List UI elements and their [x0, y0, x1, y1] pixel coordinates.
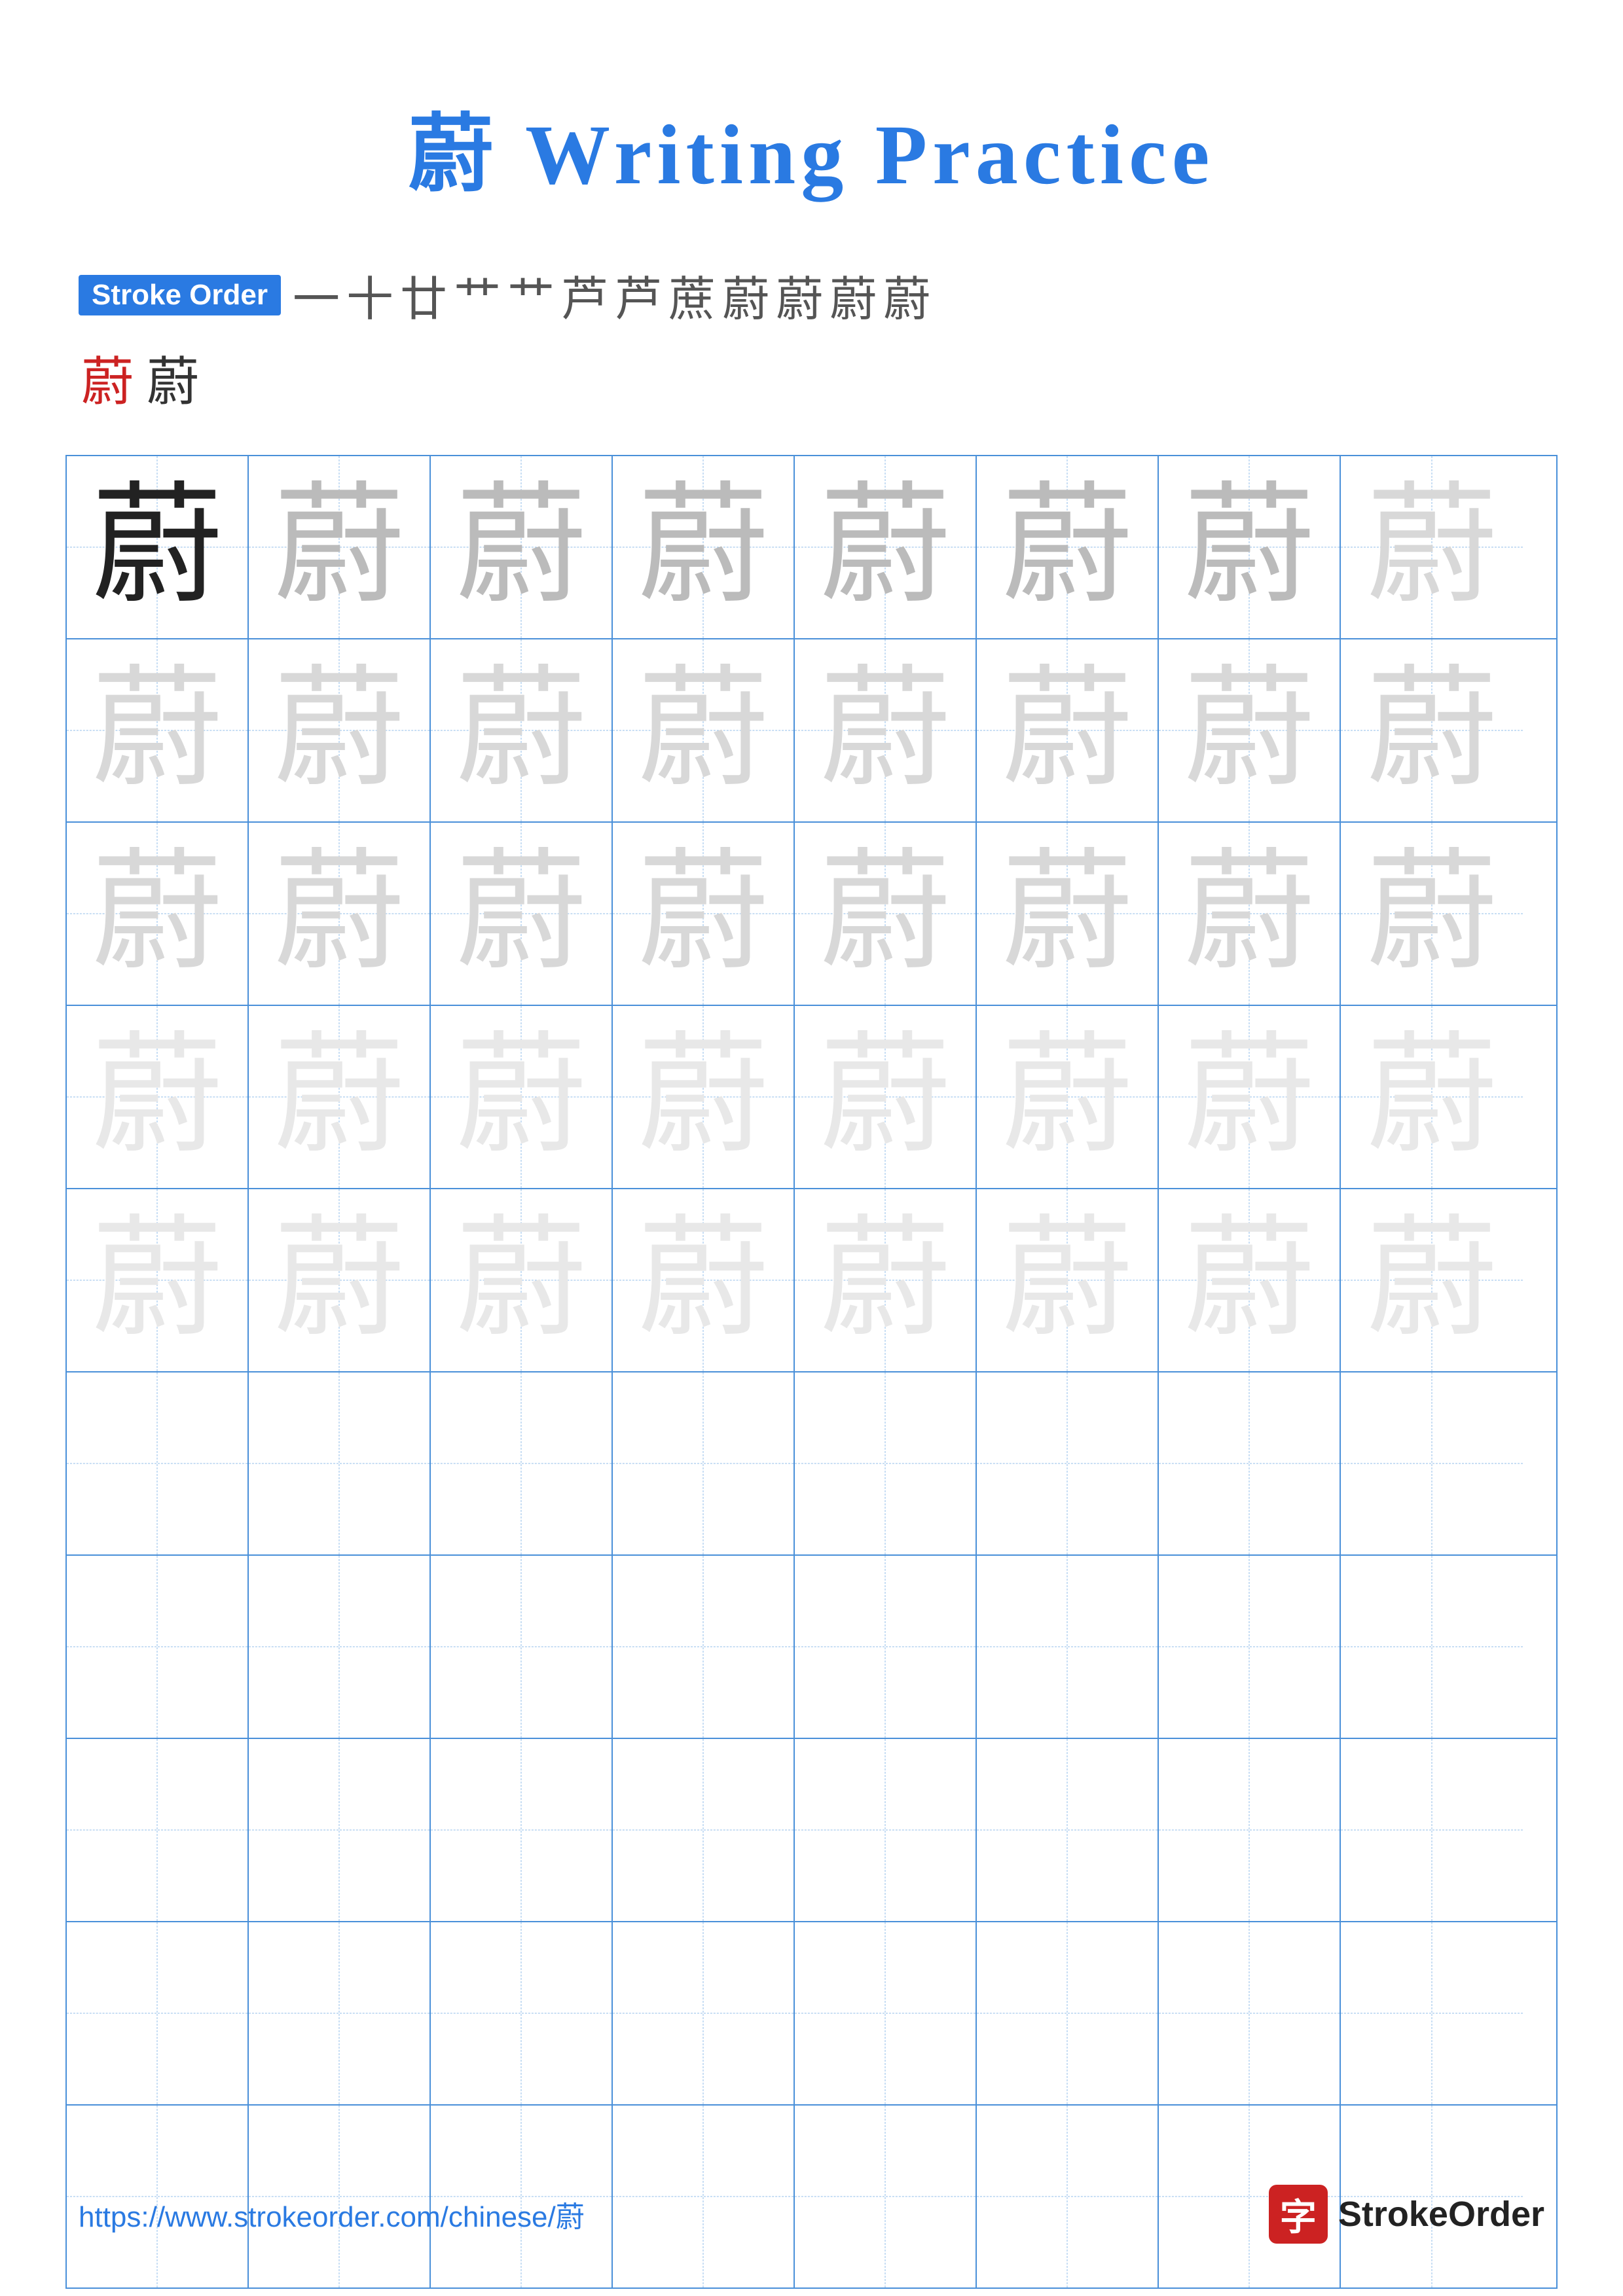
grid-cell[interactable]: 蔚 — [613, 456, 795, 638]
page-title: 蔚 Writing Practice — [0, 0, 1623, 208]
grid-row-empty — [67, 1372, 1556, 1556]
grid-cell[interactable]: 蔚 — [1159, 1006, 1341, 1188]
grid-cell[interactable]: 蔚 — [613, 823, 795, 1005]
grid-cell[interactable]: 蔚 — [249, 1006, 431, 1188]
grid-cell[interactable]: 蔚 — [67, 1006, 249, 1188]
footer-brand: 字 StrokeOrder — [1269, 2185, 1544, 2244]
grid-cell-empty[interactable] — [431, 1556, 613, 1738]
grid-cell[interactable]: 蔚 — [67, 639, 249, 821]
grid-cell[interactable]: 蔚 — [977, 456, 1159, 638]
grid-cell-empty[interactable] — [977, 1739, 1159, 1921]
grid-cell[interactable]: 蔚 — [795, 1189, 977, 1371]
grid-cell-empty[interactable] — [613, 1739, 795, 1921]
grid-cell[interactable]: 蔚 — [249, 639, 431, 821]
stroke-order-section: Stroke Order 一 十 廿 艹 艹 芦 芦 蔗 蔚 蔚 蔚 蔚 蔚 蔚 — [0, 260, 1623, 416]
grid-cell-empty[interactable] — [67, 1372, 249, 1554]
grid-cell-empty[interactable] — [249, 1556, 431, 1738]
stroke-order-badge: Stroke Order — [79, 275, 281, 315]
grid-cell-empty[interactable] — [613, 1922, 795, 2104]
grid-cell[interactable]: 蔚 — [613, 639, 795, 821]
grid-cell[interactable]: 蔚 — [431, 1006, 613, 1188]
footer: https://www.strokeorder.com/chinese/蔚 字 … — [0, 2185, 1623, 2244]
grid-cell-empty[interactable] — [431, 1372, 613, 1554]
grid-cell-empty[interactable] — [1341, 1372, 1523, 1554]
grid-cell-empty[interactable] — [67, 1556, 249, 1738]
grid-cell-empty[interactable] — [1159, 1556, 1341, 1738]
grid-row: 蔚 蔚 蔚 蔚 蔚 蔚 蔚 蔚 — [67, 639, 1556, 823]
grid-cell-empty[interactable] — [1341, 1739, 1523, 1921]
grid-cell-empty[interactable] — [977, 1556, 1159, 1738]
grid-row: 蔚 蔚 蔚 蔚 蔚 蔚 蔚 蔚 — [67, 1189, 1556, 1372]
grid-cell[interactable]: 蔚 — [67, 456, 249, 638]
grid-cell-empty[interactable] — [795, 1739, 977, 1921]
grid-row-empty — [67, 1556, 1556, 1739]
grid-cell-empty[interactable] — [1341, 1922, 1523, 2104]
grid-cell-empty[interactable] — [249, 1372, 431, 1554]
grid-cell-empty[interactable] — [795, 1556, 977, 1738]
grid-cell-empty[interactable] — [1159, 1922, 1341, 2104]
grid-cell[interactable]: 蔚 — [249, 1189, 431, 1371]
grid-cell[interactable]: 蔚 — [1341, 823, 1523, 1005]
grid-cell-empty[interactable] — [67, 1922, 249, 2104]
grid-cell[interactable]: 蔚 — [977, 823, 1159, 1005]
grid-cell[interactable]: 蔚 — [431, 823, 613, 1005]
grid-cell-empty[interactable] — [431, 1739, 613, 1921]
grid-row: 蔚 蔚 蔚 蔚 蔚 蔚 蔚 蔚 — [67, 456, 1556, 639]
grid-row: 蔚 蔚 蔚 蔚 蔚 蔚 蔚 蔚 — [67, 823, 1556, 1006]
grid-cell[interactable]: 蔚 — [1341, 1006, 1523, 1188]
grid-cell[interactable]: 蔚 — [1159, 1189, 1341, 1371]
grid-cell-empty[interactable] — [1159, 1739, 1341, 1921]
grid-cell[interactable]: 蔚 — [249, 456, 431, 638]
grid-cell[interactable]: 蔚 — [1341, 639, 1523, 821]
grid-cell[interactable]: 蔚 — [795, 823, 977, 1005]
grid-cell[interactable]: 蔚 — [1341, 1189, 1523, 1371]
grid-cell-empty[interactable] — [1341, 1556, 1523, 1738]
grid-cell[interactable]: 蔚 — [795, 456, 977, 638]
grid-cell[interactable]: 蔚 — [977, 1006, 1159, 1188]
stroke-order-row: Stroke Order 一 十 廿 艹 艹 芦 芦 蔗 蔚 蔚 蔚 蔚 — [79, 260, 1623, 329]
grid-cell[interactable]: 蔚 — [613, 1189, 795, 1371]
grid-cell[interactable]: 蔚 — [1159, 639, 1341, 821]
grid-cell[interactable]: 蔚 — [431, 639, 613, 821]
grid-cell-empty[interactable] — [795, 1372, 977, 1554]
grid-cell[interactable]: 蔚 — [977, 639, 1159, 821]
stroke-final-chars: 蔚 蔚 — [79, 340, 1623, 416]
grid-cell[interactable]: 蔚 — [431, 1189, 613, 1371]
grid-row-empty — [67, 1739, 1556, 1922]
grid-cell-empty[interactable] — [1159, 1372, 1341, 1554]
grid-cell[interactable]: 蔚 — [977, 1189, 1159, 1371]
grid-cell-empty[interactable] — [67, 1739, 249, 1921]
grid-cell[interactable]: 蔚 — [431, 456, 613, 638]
grid-cell[interactable]: 蔚 — [1341, 456, 1523, 638]
footer-url[interactable]: https://www.strokeorder.com/chinese/蔚 — [79, 2193, 585, 2235]
grid-cell[interactable]: 蔚 — [1159, 456, 1341, 638]
grid-cell-empty[interactable] — [977, 1372, 1159, 1554]
grid-cell-empty[interactable] — [249, 1739, 431, 1921]
grid-cell[interactable]: 蔚 — [67, 823, 249, 1005]
grid-cell-empty[interactable] — [431, 1922, 613, 2104]
grid-cell[interactable]: 蔚 — [1159, 823, 1341, 1005]
grid-cell[interactable]: 蔚 — [795, 639, 977, 821]
grid-cell-empty[interactable] — [613, 1556, 795, 1738]
grid-row: 蔚 蔚 蔚 蔚 蔚 蔚 蔚 蔚 — [67, 1006, 1556, 1189]
grid-cell[interactable]: 蔚 — [795, 1006, 977, 1188]
practice-grid[interactable]: 蔚 蔚 蔚 蔚 蔚 蔚 蔚 蔚 蔚 蔚 蔚 蔚 蔚 蔚 蔚 蔚 蔚 蔚 蔚 蔚 … — [65, 455, 1558, 2289]
grid-cell[interactable]: 蔚 — [613, 1006, 795, 1188]
brand-name: StrokeOrder — [1338, 2194, 1544, 2234]
grid-cell-empty[interactable] — [613, 1372, 795, 1554]
grid-cell-empty[interactable] — [795, 1922, 977, 2104]
grid-cell-empty[interactable] — [977, 1922, 1159, 2104]
grid-row-empty — [67, 1922, 1556, 2106]
grid-cell[interactable]: 蔚 — [67, 1189, 249, 1371]
strokeorder-icon: 字 — [1269, 2185, 1328, 2244]
grid-cell-empty[interactable] — [249, 1922, 431, 2104]
grid-cell[interactable]: 蔚 — [249, 823, 431, 1005]
stroke-sequence: 一 十 廿 艹 艹 芦 芦 蔗 蔚 蔚 蔚 蔚 — [293, 260, 930, 329]
